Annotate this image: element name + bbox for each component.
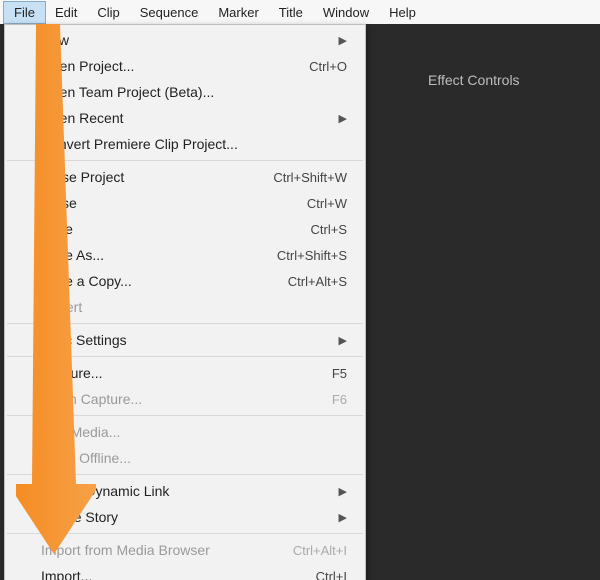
menu-item-save-as[interactable]: Save As... Ctrl+Shift+S <box>5 242 365 268</box>
menu-item-shortcut: F6 <box>332 392 347 407</box>
menu-item-label: Close <box>41 195 77 211</box>
menu-item-label: Save As... <box>41 247 104 263</box>
menubar-help[interactable]: Help <box>379 2 426 23</box>
menu-item-import-media-browser: Import from Media Browser Ctrl+Alt+I <box>5 537 365 563</box>
chevron-right-icon: ▶ <box>339 485 347 498</box>
menu-item-label: Import... <box>41 568 92 580</box>
chevron-right-icon: ▶ <box>339 511 347 524</box>
menu-item-capture[interactable]: Capture... F5 <box>5 360 365 386</box>
menu-item-shortcut: Ctrl+Alt+I <box>293 543 347 558</box>
menu-item-label: Revert <box>41 299 82 315</box>
menu-item-shortcut: Ctrl+S <box>311 222 347 237</box>
menubar-window[interactable]: Window <box>313 2 379 23</box>
menu-item-link-media: Link Media... <box>5 419 365 445</box>
menu-item-new[interactable]: New ▶ <box>5 27 365 53</box>
menu-item-open-project[interactable]: Open Project... Ctrl+O <box>5 53 365 79</box>
menu-item-label: Save <box>41 221 73 237</box>
chevron-right-icon: ▶ <box>339 112 347 125</box>
menu-item-label: Open Project... <box>41 58 134 74</box>
menu-item-label: Adobe Story <box>41 509 118 525</box>
menu-separator <box>7 415 363 416</box>
menu-item-shortcut: Ctrl+O <box>309 59 347 74</box>
menu-item-sync-settings[interactable]: Sync Settings ▶ <box>5 327 365 353</box>
menu-item-shortcut: F5 <box>332 366 347 381</box>
menu-item-label: Convert Premiere Clip Project... <box>41 136 238 152</box>
menu-item-save[interactable]: Save Ctrl+S <box>5 216 365 242</box>
menu-item-import[interactable]: Import... Ctrl+I <box>5 563 365 580</box>
menu-item-label: Adobe Dynamic Link <box>41 483 169 499</box>
menubar-sequence[interactable]: Sequence <box>130 2 209 23</box>
menu-item-shortcut: Ctrl+Shift+W <box>273 170 347 185</box>
menu-item-revert: Revert <box>5 294 365 320</box>
menubar[interactable]: File Edit Clip Sequence Marker Title Win… <box>0 0 600 24</box>
menubar-clip[interactable]: Clip <box>87 2 129 23</box>
menu-item-shortcut: Ctrl+Shift+S <box>277 248 347 263</box>
menu-item-label: Open Team Project (Beta)... <box>41 84 214 100</box>
menu-item-make-offline: Make Offline... <box>5 445 365 471</box>
chevron-right-icon: ▶ <box>339 34 347 47</box>
menu-item-shortcut: Ctrl+Alt+S <box>288 274 347 289</box>
menu-item-label: Open Recent <box>41 110 124 126</box>
menu-item-label: New <box>41 32 69 48</box>
menu-item-shortcut: Ctrl+W <box>307 196 347 211</box>
menu-separator <box>7 160 363 161</box>
menu-item-label: Batch Capture... <box>41 391 142 407</box>
menu-item-dynamic-link[interactable]: Adobe Dynamic Link ▶ <box>5 478 365 504</box>
chevron-right-icon: ▶ <box>339 334 347 347</box>
menu-item-label: Capture... <box>41 365 102 381</box>
menu-item-label: Save a Copy... <box>41 273 132 289</box>
menubar-title[interactable]: Title <box>269 2 313 23</box>
menu-item-label: Link Media... <box>41 424 120 440</box>
menu-item-label: Import from Media Browser <box>41 542 210 558</box>
menu-item-adobe-story[interactable]: Adobe Story ▶ <box>5 504 365 530</box>
menu-separator <box>7 474 363 475</box>
menu-separator <box>7 533 363 534</box>
menu-item-close[interactable]: Close Ctrl+W <box>5 190 365 216</box>
menu-item-label: Close Project <box>41 169 124 185</box>
menu-item-open-team[interactable]: Open Team Project (Beta)... <box>5 79 365 105</box>
menubar-edit[interactable]: Edit <box>45 2 87 23</box>
tab-effect-controls[interactable]: Effect Controls <box>428 72 520 88</box>
menubar-marker[interactable]: Marker <box>208 2 268 23</box>
menu-item-open-recent[interactable]: Open Recent ▶ <box>5 105 365 131</box>
file-menu-dropdown[interactable]: New ▶ Open Project... Ctrl+O Open Team Proje… <box>4 24 366 580</box>
menubar-file[interactable]: File <box>4 2 45 23</box>
menu-item-label: Make Offline... <box>41 450 131 466</box>
menu-item-close-project[interactable]: Close Project Ctrl+Shift+W <box>5 164 365 190</box>
menu-item-convert-clip[interactable]: Convert Premiere Clip Project... <box>5 131 365 157</box>
menu-separator <box>7 356 363 357</box>
menu-item-shortcut: Ctrl+I <box>316 569 347 580</box>
workspace: Effect Controls New ▶ Open Project... Ctrl+… <box>0 24 600 580</box>
menu-item-label: Sync Settings <box>41 332 127 348</box>
menu-separator <box>7 323 363 324</box>
menu-item-batch-capture: Batch Capture... F6 <box>5 386 365 412</box>
menu-item-save-copy[interactable]: Save a Copy... Ctrl+Alt+S <box>5 268 365 294</box>
